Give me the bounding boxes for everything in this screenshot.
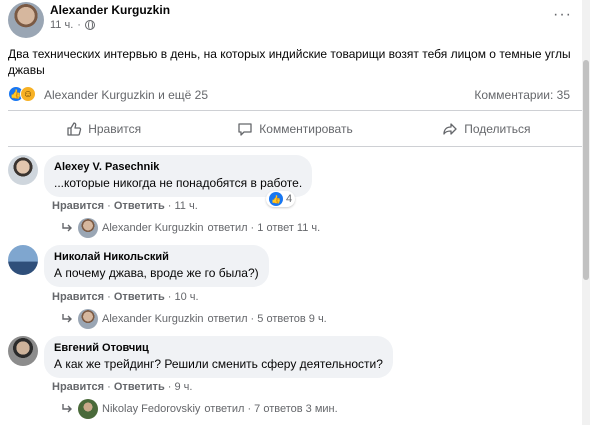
reply-author[interactable]: Nikolay Fedorovskiy	[102, 403, 200, 415]
replies-summary[interactable]: Nikolay Fedorovskiy ответил · 7 ответов …	[60, 399, 338, 419]
reply-author[interactable]: Alexander Kurguzkin	[102, 222, 204, 234]
comment-like-link[interactable]: Нравится	[52, 381, 104, 393]
comment-reaction-badge[interactable]: 👍 4	[266, 191, 296, 207]
comment-text: А почему джава, вроде же го была?)	[54, 266, 259, 280]
comment-actions: Нравится · Ответить · 9 ч.	[52, 381, 193, 393]
comment-text: ...которые никогда не понадобятся в рабо…	[54, 176, 303, 190]
like-button-label: Нравится	[88, 122, 142, 136]
post-time[interactable]: 11 ч.	[50, 19, 73, 31]
divider	[8, 146, 582, 147]
comment-like-link[interactable]: Нравится	[52, 291, 104, 303]
reply-author-avatar	[78, 399, 98, 419]
reply-arrow-icon	[62, 404, 72, 413]
share-button-label: Поделиться	[464, 122, 531, 136]
haha-icon: ☺	[20, 86, 36, 102]
comment-author[interactable]: Alexey V. Pasechnik	[54, 161, 302, 173]
replies-summary[interactable]: Alexander Kurguzkin ответил · 1 ответ 11…	[60, 218, 320, 238]
reply-author-avatar	[78, 309, 98, 329]
comment-author[interactable]: Николай Никольский	[54, 251, 259, 263]
reactions-row: 👍 ☺ Alexander Kurguzkin и ещё 25 Коммент…	[8, 86, 582, 104]
reply-arrow-icon	[62, 223, 72, 232]
reaction-icons[interactable]: 👍 ☺	[8, 86, 36, 102]
reply-arrow-icon	[62, 314, 72, 323]
reply-summary-text: ответил · 1 ответ 11 ч.	[207, 222, 321, 234]
like-button[interactable]: Нравится	[8, 114, 199, 144]
share-button[interactable]: Поделиться	[391, 114, 582, 144]
reply-summary-text: ответил · 5 ответов 9 ч.	[207, 313, 327, 325]
comment-time[interactable]: 11 ч.	[175, 200, 198, 212]
post-actions-bar: Нравится Комментировать Поделиться	[8, 114, 582, 144]
post-header: Alexander Kurguzkin 11 ч. · ···	[8, 0, 582, 40]
dot-separator: ·	[77, 19, 81, 31]
comments-count[interactable]: Комментарии: 35	[474, 88, 570, 102]
comment-actions: Нравится · Ответить · 11 ч.	[52, 200, 198, 212]
scrollbar[interactable]	[582, 0, 590, 425]
comment-icon	[238, 123, 252, 136]
comment-reply-link[interactable]: Ответить	[114, 291, 165, 303]
commenter-avatar[interactable]	[8, 245, 38, 275]
like-icon: 👍	[269, 192, 283, 206]
commenter-avatar[interactable]	[8, 155, 38, 185]
comment-reply-link[interactable]: Ответить	[114, 200, 165, 212]
thumbs-up-icon	[67, 122, 82, 136]
comment-text: А как же трейдинг? Решили сменить сферу …	[54, 357, 383, 371]
comment-bubble: Евгений Отовчиц А как же трейдинг? Решил…	[44, 336, 393, 378]
comment-button-label: Комментировать	[259, 122, 353, 136]
comment-button[interactable]: Комментировать	[199, 114, 390, 144]
comment-like-link[interactable]: Нравится	[52, 200, 104, 212]
share-icon	[443, 123, 457, 135]
post-author-name[interactable]: Alexander Kurguzkin	[50, 3, 170, 17]
commenter-avatar[interactable]	[8, 336, 38, 366]
more-options-button[interactable]: ···	[553, 6, 572, 24]
reply-author[interactable]: Alexander Kurguzkin	[102, 313, 204, 325]
comment-time[interactable]: 9 ч.	[175, 381, 193, 393]
comment-time[interactable]: 10 ч.	[175, 291, 199, 303]
comment-actions: Нравится · Ответить · 10 ч.	[52, 291, 199, 303]
post-meta: 11 ч. ·	[50, 19, 95, 31]
comment-bubble: Николай Никольский А почему джава, вроде…	[44, 245, 269, 287]
reply-author-avatar	[78, 218, 98, 238]
author-avatar[interactable]	[8, 2, 44, 38]
comment-like-count: 4	[286, 193, 293, 205]
divider	[8, 110, 582, 111]
comment-reply-link[interactable]: Ответить	[114, 381, 165, 393]
globe-icon	[84, 20, 95, 30]
post-text: Два технических интервью в день, на кото…	[8, 47, 571, 77]
comment-author[interactable]: Евгений Отовчиц	[54, 342, 383, 354]
reacted-by-text[interactable]: Alexander Kurguzkin и ещё 25	[44, 88, 208, 102]
reply-summary-text: ответил · 7 ответов 3 мин.	[204, 403, 338, 415]
replies-summary[interactable]: Alexander Kurguzkin ответил · 5 ответов …	[60, 309, 327, 329]
scrollbar-thumb[interactable]	[583, 60, 589, 280]
